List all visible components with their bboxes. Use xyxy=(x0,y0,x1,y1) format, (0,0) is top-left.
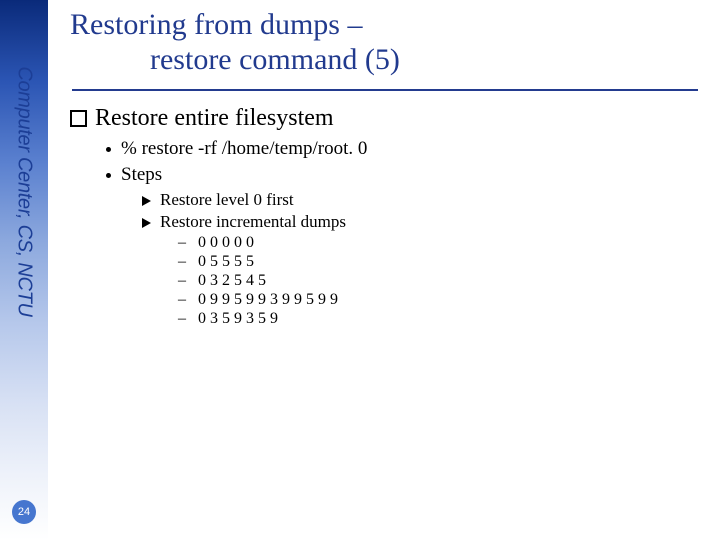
slide-title: Restoring from dumps – restore command (… xyxy=(70,8,700,83)
content-area: Restoring from dumps – restore command (… xyxy=(70,8,700,329)
seq-row-4: – 0 9 9 5 9 9 3 9 9 5 9 9 xyxy=(178,291,700,309)
seq-2-text: 0 5 5 5 5 xyxy=(198,253,254,271)
bullet-heading: Restore entire filesystem xyxy=(70,105,700,132)
dash-bullet-icon: – xyxy=(178,253,188,271)
seq-row-5: – 0 3 5 9 3 5 9 xyxy=(178,310,700,328)
triangle-bullet-icon xyxy=(142,196,151,206)
step-b-text: Restore incremental dumps xyxy=(160,212,346,232)
seq-row-2: – 0 5 5 5 5 xyxy=(178,253,700,271)
slide: Computer Center, CS, NCTU 24 Restoring f… xyxy=(0,0,720,540)
dash-bullet-icon: – xyxy=(178,272,188,290)
dot-bullet-icon xyxy=(106,173,111,178)
page-number-badge: 24 xyxy=(12,500,36,524)
title-line-1: Restoring from dumps – xyxy=(70,8,700,43)
triangle-bullet-icon xyxy=(142,218,151,228)
dash-bullet-icon: – xyxy=(178,310,188,328)
bullet-heading-text: Restore entire filesystem xyxy=(95,105,334,132)
seq-1-text: 0 0 0 0 0 xyxy=(198,234,254,252)
title-line-2: restore command (5) xyxy=(70,43,700,78)
step-row-a: Restore level 0 first xyxy=(142,190,700,210)
seq-row-3: – 0 3 2 5 4 5 xyxy=(178,272,700,290)
step-row-b: Restore incremental dumps xyxy=(142,212,700,232)
step-list: Restore level 0 first Restore incrementa… xyxy=(142,190,700,328)
seq-3-text: 0 3 2 5 4 5 xyxy=(198,272,266,290)
cmd-text: % restore -rf /home/temp/root. 0 xyxy=(121,138,367,160)
sequence-list: – 0 0 0 0 0 – 0 5 5 5 5 – 0 3 2 5 4 5 – … xyxy=(178,234,700,328)
sub-item-cmd: % restore -rf /home/temp/root. 0 xyxy=(106,138,700,160)
sidebar-org-label: Computer Center, CS, NCTU xyxy=(13,66,36,316)
dot-bullet-icon xyxy=(106,147,111,152)
dash-bullet-icon: – xyxy=(178,291,188,309)
seq-5-text: 0 3 5 9 3 5 9 xyxy=(198,310,278,328)
square-bullet-icon xyxy=(70,110,87,127)
dash-bullet-icon: – xyxy=(178,234,188,252)
title-underline xyxy=(72,89,698,91)
sub-item-steps: Steps xyxy=(106,164,700,186)
steps-label: Steps xyxy=(121,164,162,186)
sub-list: % restore -rf /home/temp/root. 0 Steps R… xyxy=(106,138,700,328)
step-a-text: Restore level 0 first xyxy=(160,190,294,210)
seq-4-text: 0 9 9 5 9 9 3 9 9 5 9 9 xyxy=(198,291,338,309)
seq-row-1: – 0 0 0 0 0 xyxy=(178,234,700,252)
